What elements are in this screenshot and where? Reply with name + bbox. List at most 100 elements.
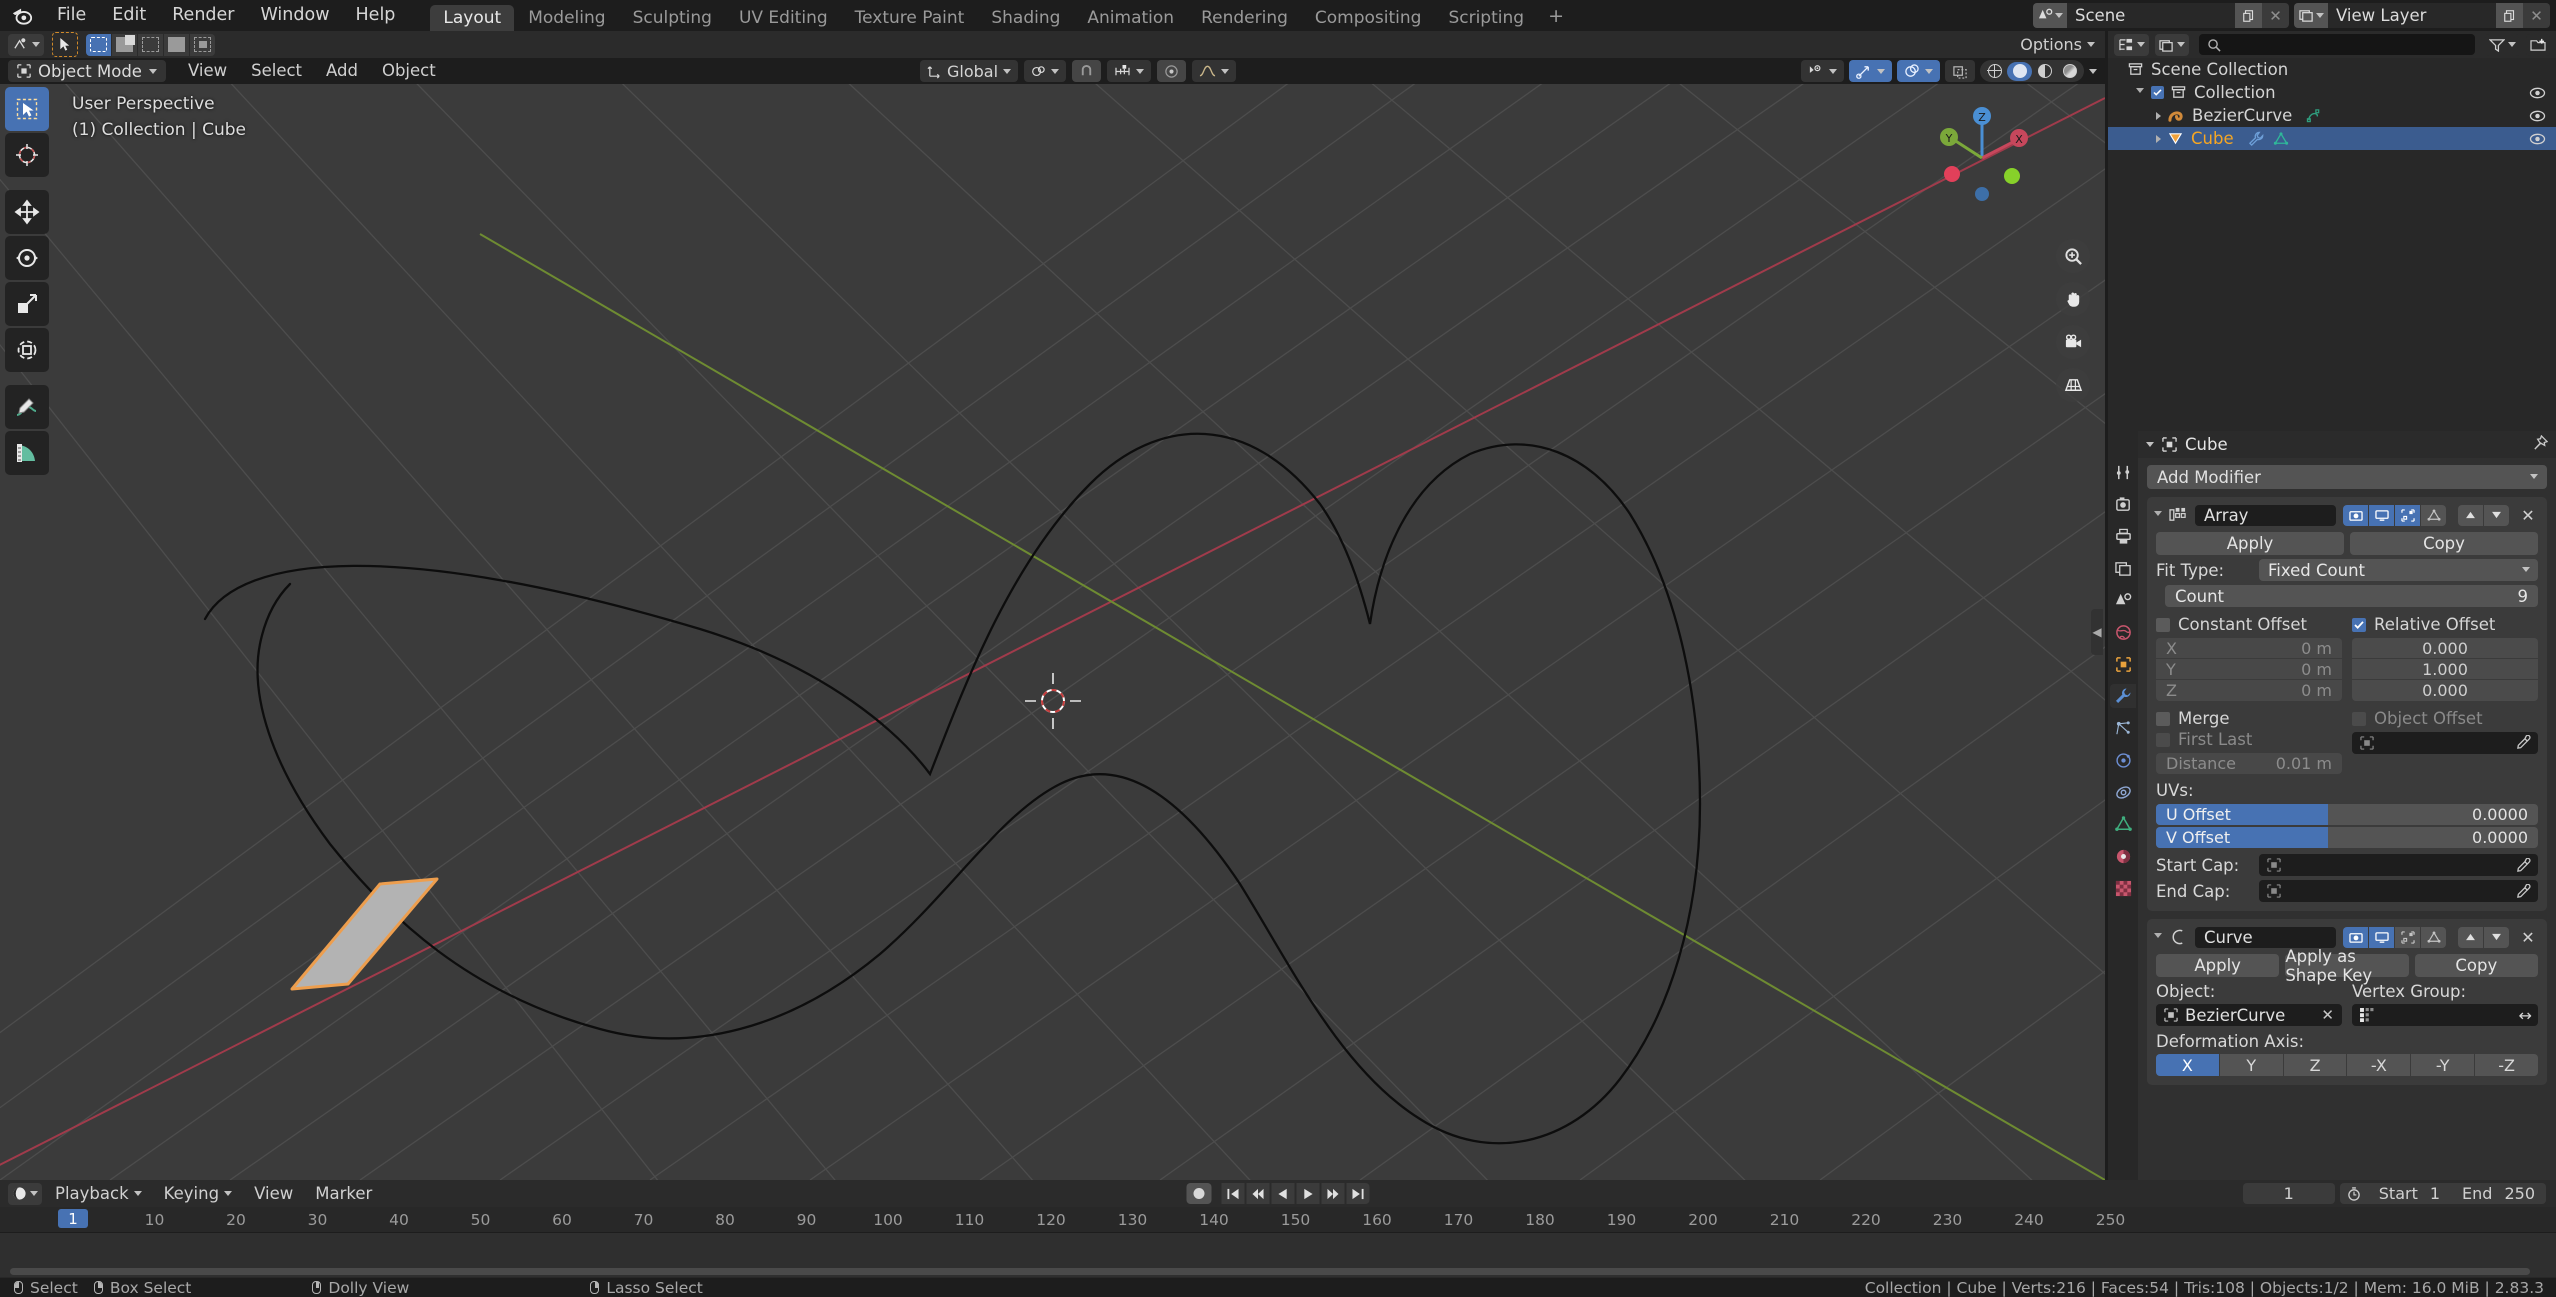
select-intersect-button[interactable] [190, 33, 215, 56]
array-on-cage-toggle[interactable] [2421, 504, 2446, 526]
tab-scene-icon[interactable] [2110, 588, 2136, 612]
scale-tool[interactable] [5, 282, 49, 326]
workspace-tab-rendering[interactable]: Rendering [1188, 5, 1301, 31]
pan-hand-icon[interactable] [2056, 282, 2090, 316]
expand-icon[interactable] [2156, 111, 2161, 120]
object-offset-checkbox-row[interactable]: Object Offset [2352, 708, 2538, 729]
constant-offset-checkbox[interactable] [2156, 617, 2170, 632]
curve-object-clear-icon[interactable]: ✕ [2321, 1006, 2334, 1024]
array-move-up-button[interactable] [2458, 504, 2483, 526]
new-scene-button[interactable] [2235, 3, 2262, 28]
curve-apply-shape-key-button[interactable]: Apply as Shape Key [2285, 947, 2409, 985]
first-last-checkbox[interactable] [2156, 732, 2170, 747]
top-menu-edit[interactable]: Edit [99, 0, 159, 31]
viewport-menu-object[interactable]: Object [370, 58, 448, 84]
modifier-wrench-icon[interactable] [2248, 131, 2264, 147]
proportional-editing-toggle[interactable] [1157, 60, 1187, 82]
object-offset-checkbox[interactable] [2352, 711, 2366, 726]
top-menu-help[interactable]: Help [343, 0, 409, 31]
first-last-checkbox-row[interactable]: First Last [2156, 729, 2342, 750]
array-viewport-toggle[interactable] [2369, 504, 2394, 526]
constant-offset-y[interactable]: Y 0 m [2156, 659, 2342, 680]
workspace-tab-texture-paint[interactable]: Texture Paint [842, 5, 978, 31]
toggle-ortho-icon[interactable] [2056, 368, 2090, 402]
curve-move-down-button[interactable] [2484, 926, 2509, 948]
shading-material-preview-button[interactable] [2032, 62, 2057, 81]
array-expand-icon[interactable] [2154, 510, 2162, 520]
curve-modifier-name-field[interactable]: Curve [2195, 926, 2336, 948]
object-type-visibility-selector[interactable] [1801, 60, 1844, 82]
viewport-menu-view[interactable]: View [176, 58, 239, 84]
top-menu-file[interactable]: File [44, 0, 99, 31]
vertex-group-field[interactable]: ↔ [2352, 1004, 2538, 1026]
deformation-axis-negZ[interactable]: -Z [2475, 1054, 2538, 1076]
outliner-row-scene-collection[interactable]: Scene Collection [2108, 58, 2556, 81]
editor-type-selector[interactable] [8, 33, 44, 56]
viewport-menu-select[interactable]: Select [239, 58, 314, 84]
relative-offset-checkbox[interactable] [2352, 617, 2366, 632]
workspace-tab-layout[interactable]: Layout [430, 5, 515, 31]
visibility-eye-icon[interactable] [2529, 85, 2546, 104]
merge-distance-field[interactable]: Distance 0.01 m [2156, 753, 2342, 774]
array-render-toggle[interactable] [2343, 504, 2368, 526]
curve-viewport-toggle[interactable] [2369, 926, 2394, 948]
tool-options-dropdown[interactable]: Options [2020, 35, 2095, 54]
camera-view-icon[interactable] [2056, 325, 2090, 359]
current-frame-field[interactable]: 1 [2242, 1183, 2335, 1204]
curve-apply-button[interactable]: Apply [2156, 954, 2280, 977]
add-modifier-button[interactable]: Add Modifier [2147, 465, 2547, 489]
scene-name-field[interactable]: Scene [2067, 3, 2235, 28]
constant-offset-x[interactable]: X 0 m [2156, 638, 2342, 659]
navigation-gizmo[interactable]: Z X Y [1927, 96, 2037, 206]
zoom-icon[interactable] [2056, 239, 2090, 273]
visibility-eye-icon[interactable] [2529, 108, 2546, 127]
cursor-tool[interactable] [5, 133, 49, 177]
viewport-sidebar-toggle[interactable]: ◀ [2091, 609, 2103, 655]
timeline-ruler[interactable]: 10 20 30 40 50 60 70 80 90 100 110 120 130 140 150 160 1… [0, 1207, 2556, 1233]
relative-offset-x[interactable]: 0.000 [2352, 638, 2538, 659]
prev-keyframe-button[interactable] [1246, 1183, 1270, 1204]
tab-tool-icon[interactable] [2110, 460, 2136, 484]
workspace-tab-compositing[interactable]: Compositing [1302, 5, 1435, 31]
array-move-down-button[interactable] [2484, 504, 2509, 526]
curve-move-up-button[interactable] [2458, 926, 2483, 948]
tab-view-layer-icon[interactable] [2110, 556, 2136, 580]
shading-solid-button[interactable] [2007, 61, 2032, 81]
shading-wireframe-button[interactable] [1982, 62, 2007, 81]
curve-copy-button[interactable]: Copy [2414, 954, 2538, 977]
timeline-editor-type-button[interactable] [8, 1182, 42, 1205]
auto-keying-icon[interactable] [1186, 1183, 1212, 1204]
breadcrumb-chevron-icon[interactable] [2146, 442, 2154, 447]
3d-viewport[interactable]: User Perspective (1) Collection | Cube Z… [0, 84, 2105, 1180]
filter-funnel-icon[interactable] [2485, 33, 2520, 56]
object-offset-field[interactable] [2352, 732, 2538, 754]
add-workspace-button[interactable]: + [1538, 3, 1574, 29]
new-collection-icon[interactable] [2526, 33, 2550, 56]
select-subtract-button[interactable] [138, 33, 163, 56]
annotate-tool[interactable] [5, 385, 49, 429]
workspace-tab-sculpting[interactable]: Sculpting [620, 5, 725, 31]
relative-offset-z[interactable]: 0.000 [2352, 680, 2538, 701]
vertex-group-invert-icon[interactable]: ↔ [2519, 1006, 2532, 1025]
curve-object-icon[interactable] [2306, 108, 2322, 123]
timeline-menu-playback[interactable]: Playback [44, 1180, 153, 1207]
timeline-menu-marker[interactable]: Marker [304, 1180, 383, 1207]
start-frame-field[interactable]: Start 1 [2368, 1183, 2451, 1204]
jump-end-button[interactable] [1346, 1183, 1370, 1204]
collection-checkbox[interactable] [2151, 86, 2164, 99]
tab-physics-icon[interactable] [2110, 748, 2136, 772]
relative-offset-checkbox-row[interactable]: Relative Offset [2352, 614, 2538, 635]
snap-to-selector[interactable] [1107, 60, 1152, 82]
blender-logo-icon[interactable] [0, 5, 44, 27]
measure-tool[interactable] [5, 431, 49, 475]
outliner-row-beziercurve[interactable]: BezierCurve [2108, 104, 2556, 127]
gizmo-toggle[interactable] [1849, 60, 1892, 82]
array-modifier-name-field[interactable]: Array [2195, 504, 2336, 526]
move-tool[interactable] [5, 190, 49, 234]
expand-icon[interactable] [2136, 88, 2144, 97]
workspace-tab-scripting[interactable]: Scripting [1435, 5, 1537, 31]
view-layer-name-field[interactable]: View Layer [2328, 3, 2496, 28]
constant-offset-z[interactable]: Z 0 m [2156, 680, 2342, 701]
tab-modifier-wrench-icon[interactable] [2110, 684, 2136, 708]
curve-render-toggle[interactable] [2343, 926, 2368, 948]
